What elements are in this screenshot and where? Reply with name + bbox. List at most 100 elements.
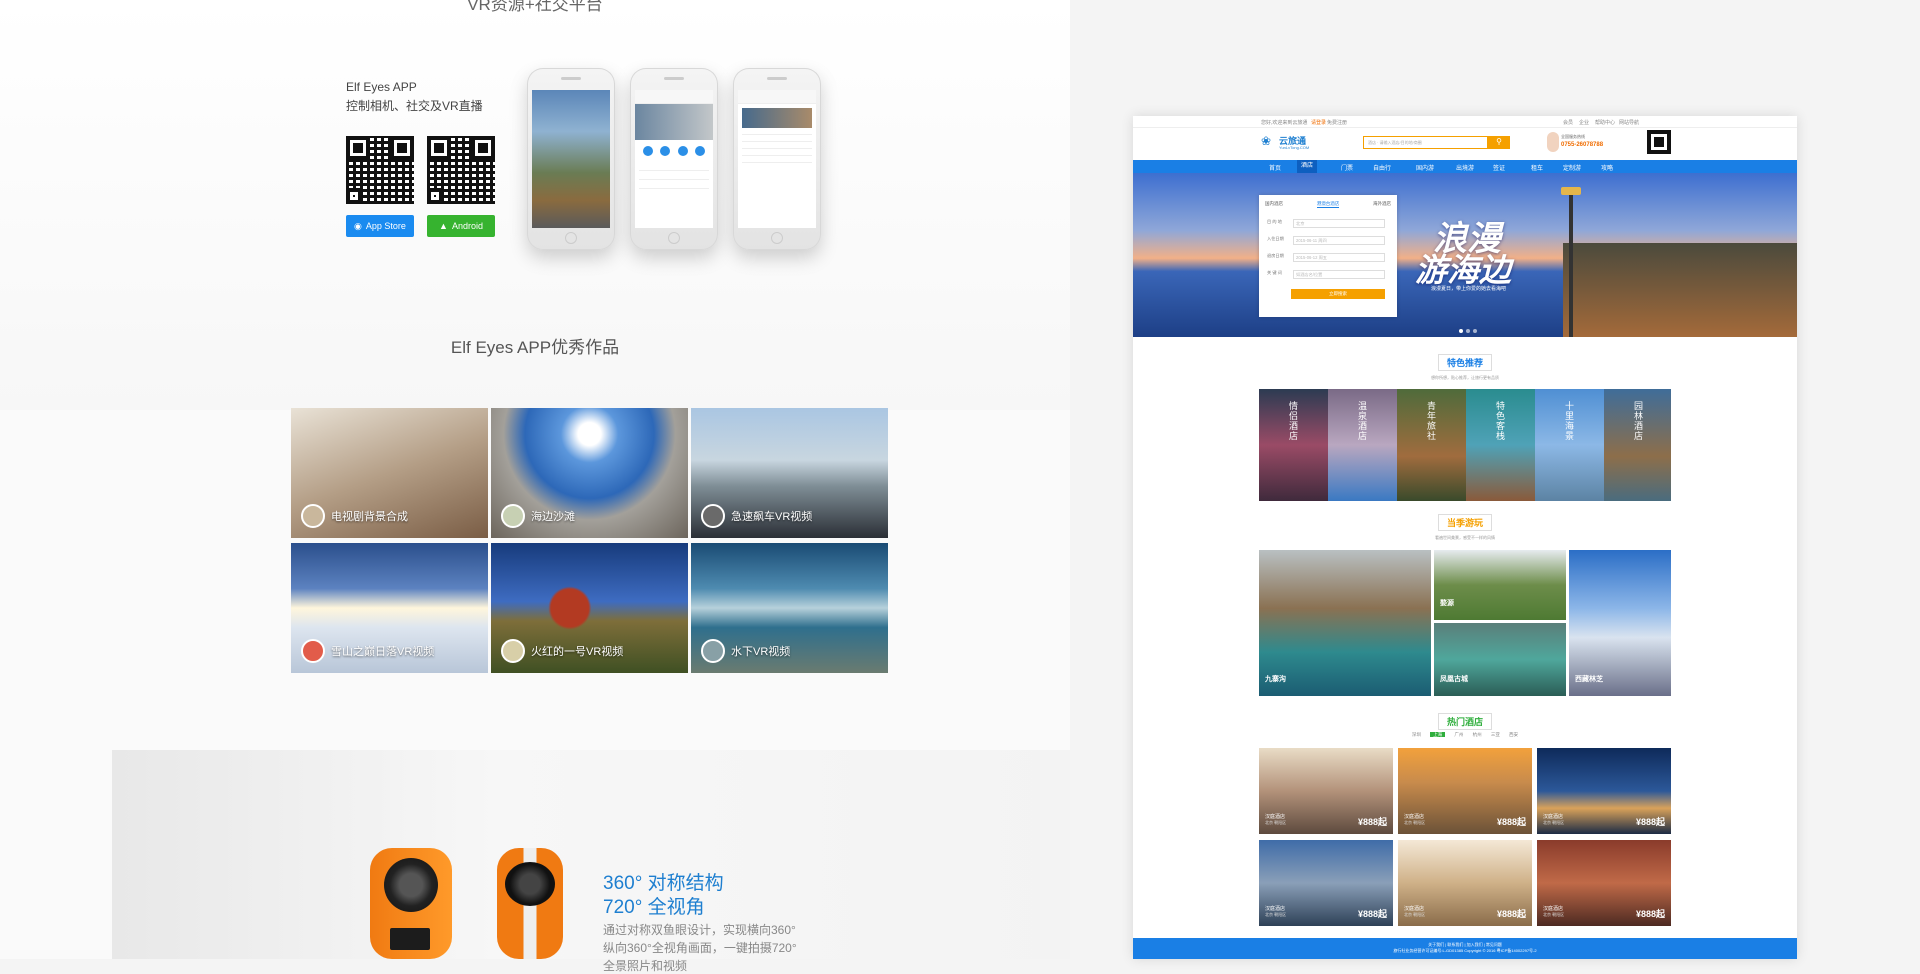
hotel-location: 北京 朝阳区 [1543, 820, 1565, 825]
help-link[interactable]: 帮助中心 [1595, 119, 1615, 126]
hotel-price: ¥888起 [1635, 909, 1665, 919]
tab-overseas[interactable]: 海外酒店 [1373, 201, 1391, 208]
works-title: Elf Eyes APP优秀作品 [450, 338, 620, 357]
featured-item[interactable]: 情侣酒店 [1259, 389, 1328, 501]
work-tile[interactable]: 雪山之巅日落VR视频 [291, 543, 488, 673]
hotel-location: 北京 朝阳区 [1265, 820, 1287, 825]
checkin-field[interactable]: 2015-06-11 周四 [1293, 236, 1385, 245]
tab-domestic[interactable]: 国内酒店 [1265, 201, 1283, 208]
enterprise-link[interactable]: 企业 [1579, 119, 1589, 126]
nav-item[interactable]: 攻略 [1601, 163, 1613, 172]
app-title: Elf Eyes APP [346, 80, 417, 94]
hotel-card[interactable]: 汉庭酒店 北京 朝阳区 ¥888起 [1259, 748, 1393, 834]
app-store-button[interactable]: ◉ App Store [346, 215, 414, 237]
app-subtitle: 控制相机、社交及VR直播 [346, 99, 483, 113]
hotel-card[interactable]: 汉庭酒店 北京 朝阳区 ¥888起 [1398, 840, 1532, 926]
hotel-name: 汉庭酒店 [1404, 906, 1425, 912]
field-label: 入住日期 [1267, 236, 1284, 241]
member-link[interactable]: 会员 [1563, 119, 1573, 126]
destination-field[interactable]: 北京 [1293, 219, 1385, 228]
nav-item[interactable]: 定制游 [1563, 163, 1581, 172]
hotel-card[interactable]: 汉庭酒店 北京 朝阳区 ¥888起 [1259, 840, 1393, 926]
sitemap-link[interactable]: 网站导航 [1619, 119, 1639, 126]
android-qr-code [427, 136, 495, 204]
featured-item[interactable]: 园林酒店 [1604, 389, 1671, 501]
phone-number: 0755-26078788 [1561, 142, 1604, 148]
hotel-card[interactable]: 汉庭酒店 北京 朝阳区 ¥888起 [1537, 748, 1671, 834]
banner-slogan: 浪漫夏日，带上你爱的她去看海吧 [1431, 286, 1507, 292]
android-icon: ▲ [439, 221, 448, 231]
phone-label: 全国服务热线 [1561, 134, 1585, 139]
site-search-button[interactable]: ⚲ [1488, 136, 1510, 149]
android-button[interactable]: ▲ Android [427, 215, 495, 237]
work-caption: 水下VR视频 [731, 646, 791, 658]
search-icon: ⚲ [1496, 137, 1502, 146]
hotel-name: 汉庭酒店 [1543, 814, 1564, 820]
nav-item[interactable]: 门票 [1341, 163, 1353, 172]
season-section-header: 当季游玩 看遍世间美景，感受不一样的风情 [1133, 513, 1797, 541]
nav-item[interactable]: 首页 [1269, 163, 1281, 172]
search-submit-button[interactable]: 立即搜索 [1291, 289, 1385, 299]
hotel-price: ¥888起 [1496, 817, 1526, 827]
work-tile[interactable]: 电视剧背景合成 [291, 408, 488, 538]
site-topbar: 您好,欢迎来到云旅通 请登录 免费注册 会员 企业 帮助中心 网站导航 [1133, 116, 1797, 128]
season-item[interactable]: 九寨沟 [1259, 550, 1431, 696]
work-caption: 雪山之巅日落VR视频 [331, 646, 435, 658]
work-tile[interactable]: 急速飙车VR视频 [691, 408, 888, 538]
city-tab[interactable]: 西安 [1509, 732, 1518, 737]
featured-item[interactable]: 温泉酒店 [1328, 389, 1397, 501]
work-caption: 急速飙车VR视频 [731, 511, 813, 523]
city-tab[interactable]: 广州 [1454, 732, 1463, 737]
hotel-card[interactable]: 汉庭酒店 北京 朝阳区 ¥888起 [1398, 748, 1532, 834]
site-search-input[interactable]: 酒店 · 请输入酒店/目的地/商圈 [1363, 136, 1488, 149]
register-link[interactable]: 免费注册 [1327, 119, 1347, 126]
featured-strip: 情侣酒店 温泉酒店 青年旅社 特色客栈 十里海景 园林酒店 [1259, 389, 1671, 501]
welcome-text: 您好,欢迎来到云旅通 [1261, 120, 1308, 126]
android-label: Android [451, 221, 483, 231]
featured-item[interactable]: 特色客栈 [1466, 389, 1535, 501]
featured-section-header: 特色推荐 想你所想，贴心推荐，让旅行更有品质 [1133, 353, 1797, 381]
city-tab[interactable]: 三亚 [1491, 732, 1500, 737]
product-section [112, 750, 1070, 959]
tab-hk-tw[interactable]: 港澳台酒店 [1316, 201, 1340, 208]
butterfly-logo-icon: ❀ [1261, 134, 1272, 148]
avatar [701, 504, 725, 528]
nav-item-active[interactable]: 酒店 [1297, 160, 1318, 173]
featured-item[interactable]: 青年旅社 [1397, 389, 1466, 501]
hot-section-header: 热门酒店 [1133, 712, 1797, 730]
city-tab[interactable]: 深圳 [1412, 732, 1421, 737]
login-link[interactable]: 请登录 [1311, 119, 1326, 126]
service-avatar [1547, 132, 1559, 152]
site-nav: 首页 酒店 门票 自由行 国内游 出境游 签证 租车 定制游 攻略 [1133, 160, 1797, 173]
city-tab-active[interactable]: 上海 [1430, 732, 1446, 737]
nav-item[interactable]: 租车 [1531, 163, 1543, 172]
featured-item-label: 温泉酒店 [1358, 401, 1368, 441]
hotel-location: 北京 朝阳区 [1265, 912, 1287, 917]
work-tile[interactable]: 海边沙滩 [491, 408, 688, 538]
checkout-field[interactable]: 2015-06-12 周五 [1293, 253, 1385, 262]
season-item[interactable]: 婺源 [1434, 550, 1566, 620]
featured-item[interactable]: 十里海景 [1535, 389, 1604, 501]
avatar [301, 504, 325, 528]
phone-mockup-home [630, 68, 718, 250]
work-tile[interactable]: 水下VR视频 [691, 543, 888, 673]
site-qr-code [1647, 130, 1671, 154]
nav-item[interactable]: 自由行 [1373, 163, 1391, 172]
season-item-label: 婺源 [1440, 600, 1454, 607]
city-tab[interactable]: 杭州 [1473, 732, 1482, 737]
season-item[interactable]: 凤凰古城 [1434, 623, 1566, 696]
phone-mockup-camera [527, 68, 615, 250]
season-item[interactable]: 西藏林芝 [1569, 550, 1671, 696]
feature-desc-1: 通过对称双鱼眼设计，实现横向360° [603, 923, 796, 937]
featured-item-label: 特色客栈 [1496, 401, 1506, 441]
nav-item[interactable]: 出境游 [1456, 163, 1474, 172]
work-tile[interactable]: 火红的一号VR视频 [491, 543, 688, 673]
nav-item[interactable]: 国内游 [1416, 163, 1434, 172]
work-caption: 火红的一号VR视频 [531, 646, 624, 658]
featured-item-label: 园林酒店 [1634, 401, 1644, 441]
nav-item[interactable]: 签证 [1493, 163, 1505, 172]
camera-front [370, 848, 452, 959]
hotel-card[interactable]: 汉庭酒店 北京 朝阳区 ¥888起 [1537, 840, 1671, 926]
keyword-field[interactable]: 如酒店名/位置 [1293, 270, 1385, 279]
banner-dots[interactable] [1459, 329, 1477, 333]
